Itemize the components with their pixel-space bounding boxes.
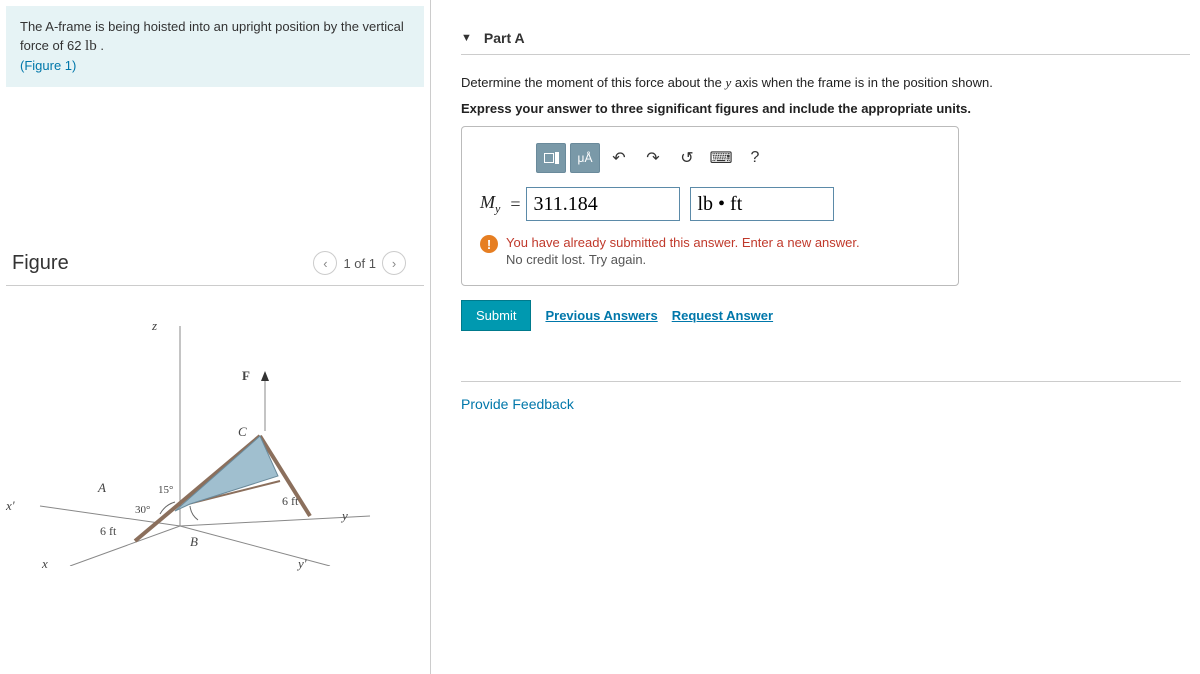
instruction-1: Determine the moment of this force about…: [461, 75, 1190, 91]
reset-button[interactable]: ↺: [672, 144, 702, 172]
label-xp: x': [6, 498, 15, 514]
label-A: A: [98, 480, 106, 496]
part-header[interactable]: ▼ Part A: [461, 30, 1190, 55]
label-F: F: [242, 368, 250, 384]
intro-text-2: .: [97, 38, 104, 53]
figure-section: Figure ‹ 1 of 1 ›: [0, 247, 430, 566]
intro-text-1: The A-frame is being hoisted into an upr…: [20, 19, 404, 53]
pager-text: 1 of 1: [343, 256, 376, 271]
variable-label: My: [480, 192, 500, 217]
label-ang30: 30°: [135, 504, 150, 516]
label-yp: y': [298, 556, 307, 572]
next-figure-button[interactable]: ›: [382, 251, 406, 275]
equation-row: My =: [480, 187, 940, 221]
warning-icon: !: [480, 235, 498, 253]
figure-title: Figure: [12, 252, 69, 275]
figure-pager: ‹ 1 of 1 ›: [307, 251, 412, 275]
request-answer-link[interactable]: Request Answer: [672, 308, 773, 323]
help-button[interactable]: ?: [740, 144, 770, 172]
submit-button[interactable]: Submit: [461, 300, 531, 331]
label-d1: 6 ft: [100, 524, 116, 539]
equation-toolbar: μÅ ↶ ↷ ↺ ⌨ ?: [536, 143, 940, 173]
label-ang15: 15°: [158, 484, 173, 496]
equals-sign: =: [510, 194, 520, 215]
left-pane: The A-frame is being hoisted into an upr…: [0, 0, 431, 674]
prev-figure-button[interactable]: ‹: [313, 251, 337, 275]
feedback-message: ! You have already submitted this answer…: [480, 235, 940, 269]
label-C: C: [238, 424, 247, 440]
right-pane: ▼ Part A Determine the moment of this fo…: [431, 0, 1200, 674]
figure-link[interactable]: (Figure 1): [20, 58, 76, 73]
feedback-line1: You have already submitted this answer. …: [506, 235, 860, 250]
action-row: Submit Previous Answers Request Answer: [461, 300, 1190, 331]
provide-feedback-link[interactable]: Provide Feedback: [461, 381, 1181, 412]
label-y: y: [342, 508, 348, 524]
instruction-2: Express your answer to three significant…: [461, 101, 1190, 116]
problem-intro: The A-frame is being hoisted into an upr…: [6, 6, 424, 87]
label-x: x: [42, 556, 48, 572]
feedback-line2: No credit lost. Try again.: [506, 252, 646, 267]
part-label: Part A: [484, 30, 525, 46]
units-input[interactable]: [690, 187, 834, 221]
previous-answers-link[interactable]: Previous Answers: [545, 308, 657, 323]
templates-button[interactable]: [536, 143, 566, 173]
collapse-icon: ▼: [461, 32, 472, 44]
figure-diagram: z F C A B 15° 30° 6 ft 6 ft x x' y y': [0, 306, 390, 566]
answer-box: μÅ ↶ ↷ ↺ ⌨ ? My = ! You have already sub…: [461, 126, 959, 286]
label-d2: 6 ft: [282, 494, 298, 509]
undo-button[interactable]: ↶: [604, 144, 634, 172]
label-B: B: [190, 534, 198, 550]
value-input[interactable]: [526, 187, 680, 221]
redo-button[interactable]: ↷: [638, 144, 668, 172]
keyboard-button[interactable]: ⌨: [706, 144, 736, 172]
label-z: z: [152, 318, 157, 334]
special-chars-button[interactable]: μÅ: [570, 143, 600, 173]
intro-unit: lb: [85, 38, 97, 54]
